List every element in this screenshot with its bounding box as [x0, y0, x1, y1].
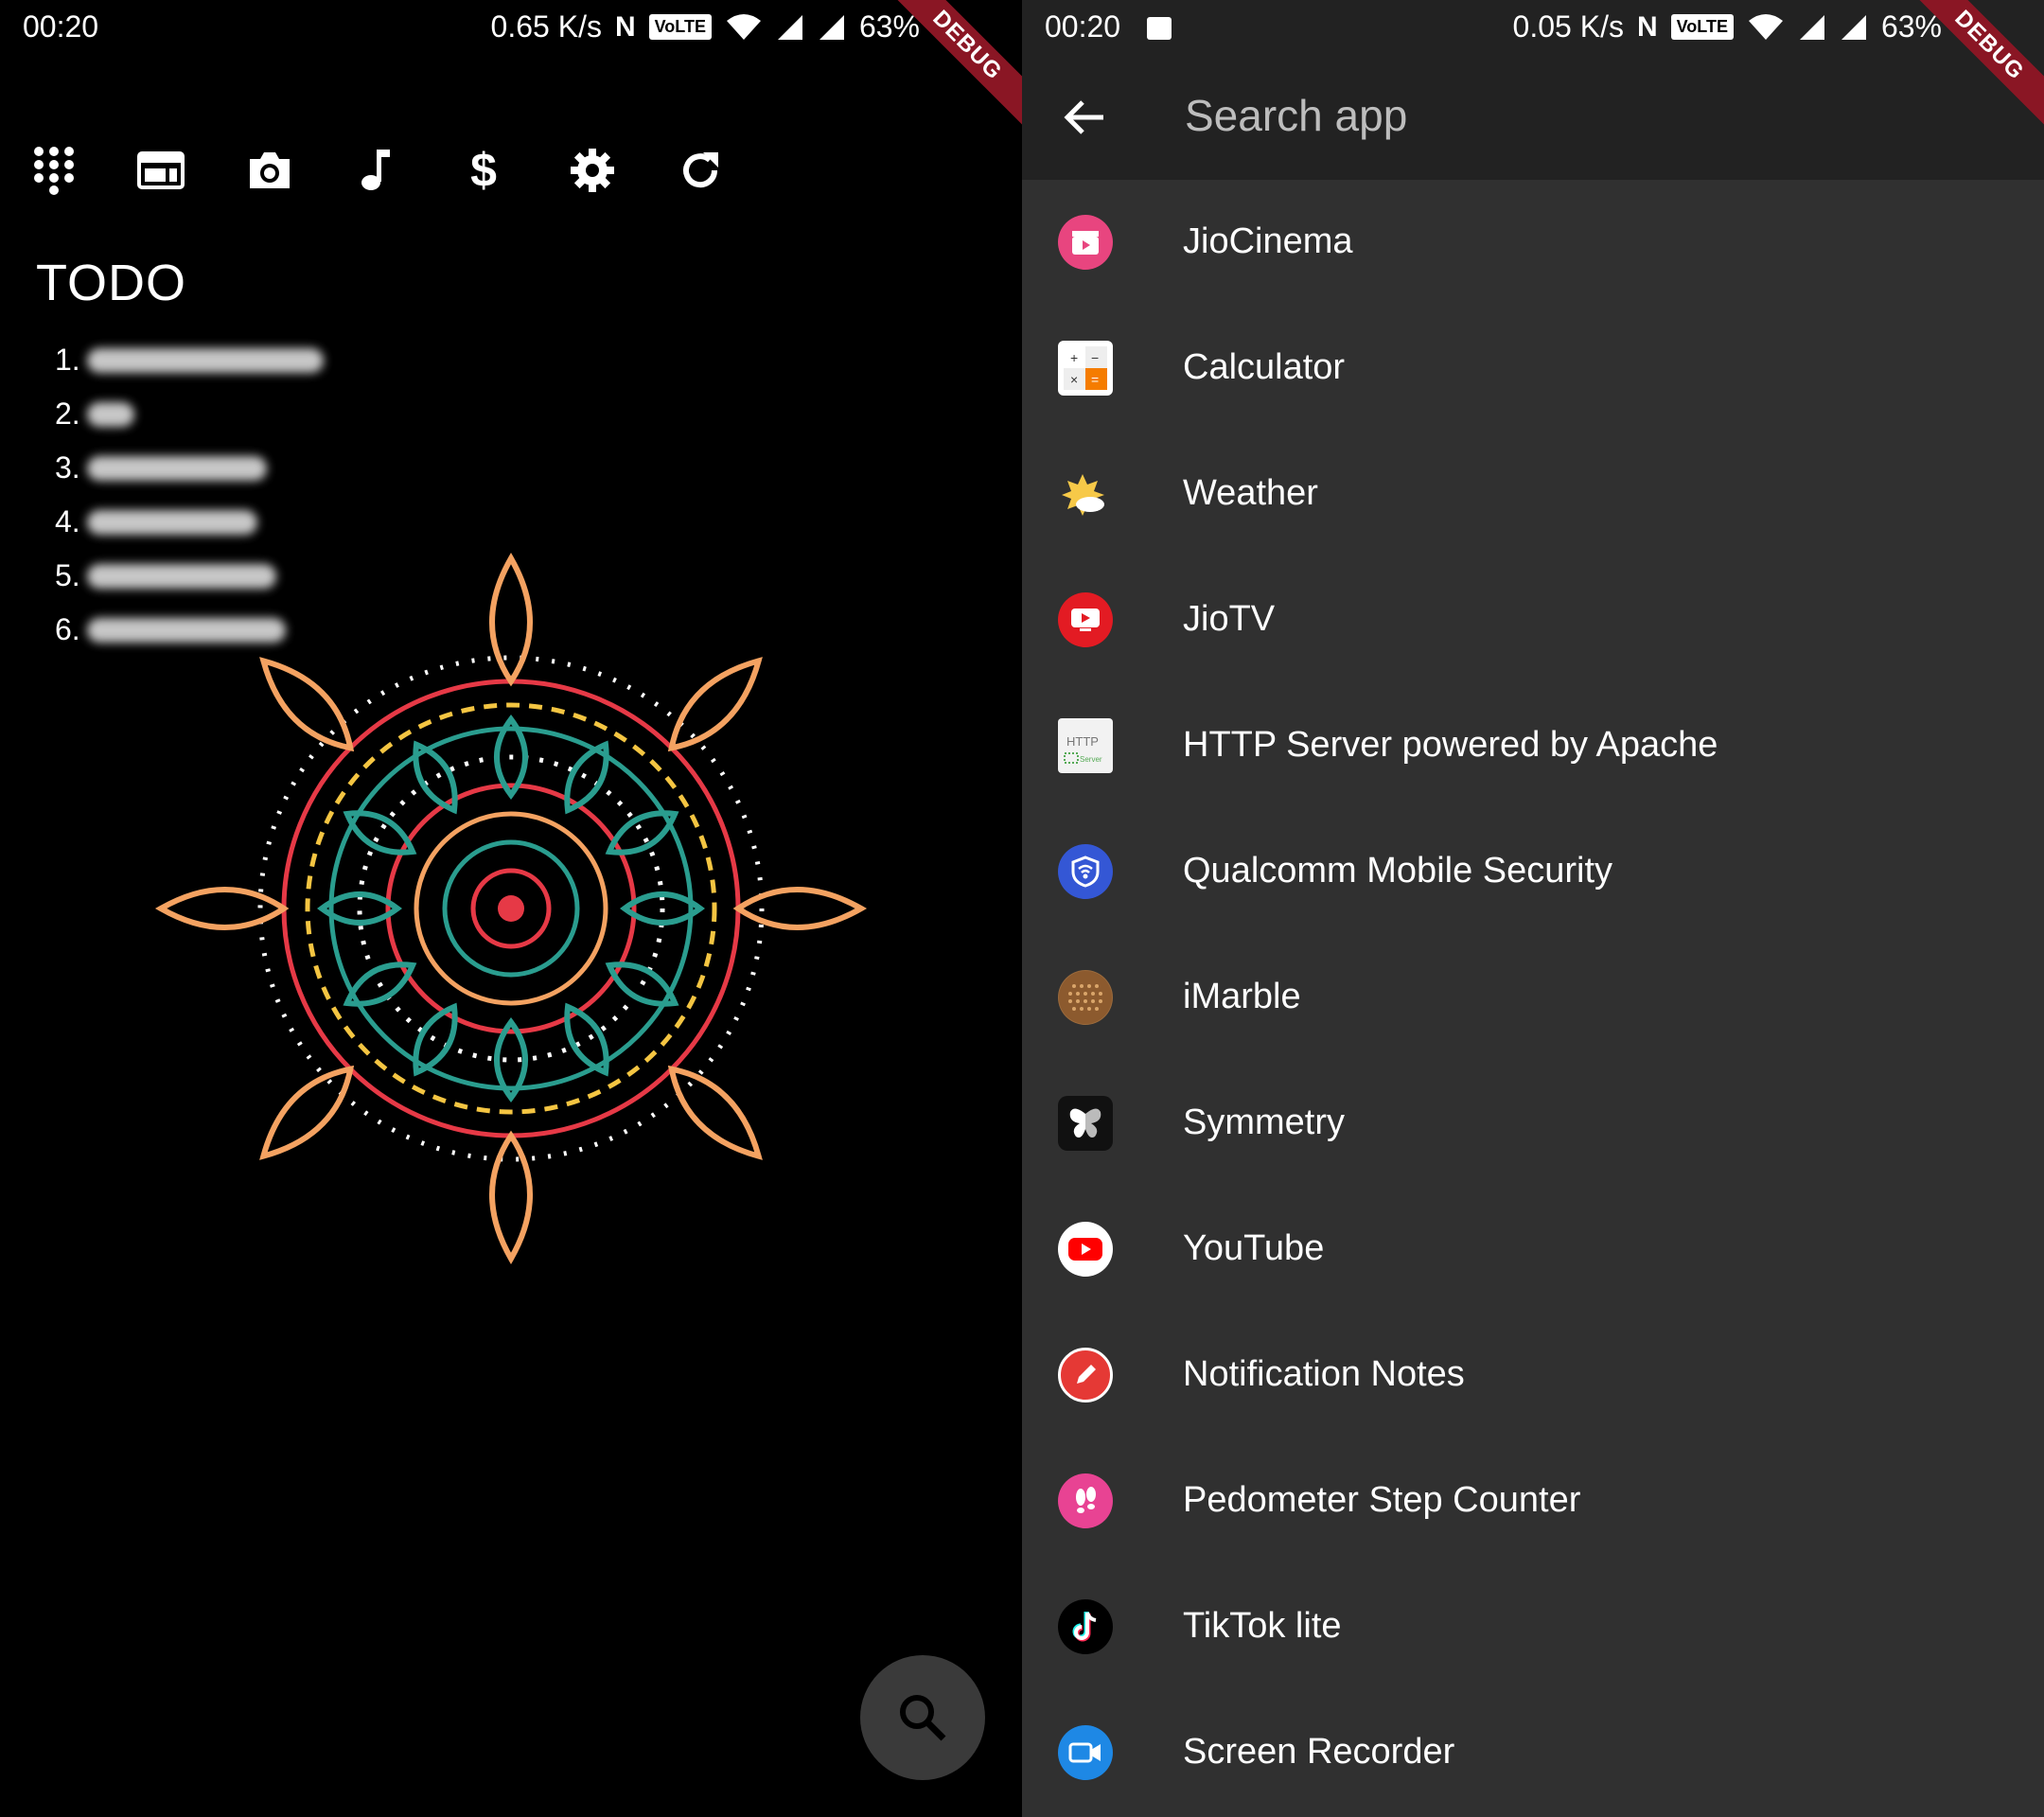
app-row-tiktok-lite[interactable]: TikTok lite: [1022, 1564, 2044, 1690]
back-button[interactable]: [1056, 89, 1113, 146]
app-row-screen-recorder[interactable]: Screen Recorder: [1022, 1690, 2044, 1816]
app-label: TikTok lite: [1183, 1606, 1342, 1646]
svg-text:HTTP: HTTP: [1066, 734, 1099, 749]
app-row-qualcomm-security[interactable]: Qualcomm Mobile Security: [1022, 809, 2044, 935]
jiotv-icon: [1058, 592, 1113, 647]
status-right: 0.05 K/s N VoLTE 63%: [1513, 9, 1987, 44]
shield-icon: [1058, 844, 1113, 899]
redacted-text: [87, 401, 134, 427]
app-label: Notification Notes: [1183, 1354, 1465, 1394]
todo-title: TODO: [36, 255, 187, 311]
app-label: Symmetry: [1183, 1103, 1345, 1142]
todo-item[interactable]: 2.: [55, 387, 324, 441]
redacted-text: [87, 455, 267, 481]
volte-icon: VoLTE: [1670, 14, 1734, 40]
battery-percent: 63%: [1880, 9, 1942, 44]
svg-text:×: ×: [1070, 372, 1078, 387]
video-camera-icon: [1058, 1725, 1113, 1780]
apps-grid-icon[interactable]: [16, 132, 92, 208]
imarble-icon: [1058, 970, 1113, 1025]
svg-text:+: +: [1070, 350, 1078, 365]
app-label: Screen Recorder: [1183, 1732, 1455, 1772]
app-label: Calculator: [1183, 347, 1346, 387]
right-screen: 00:20 0.05 K/s N VoLTE 63% DEBUG JioCine…: [1022, 0, 2044, 1817]
status-time: 00:20: [1045, 9, 1121, 44]
calculator-icon: + − × =: [1058, 341, 1113, 396]
volte-icon: VoLTE: [648, 14, 712, 40]
app-row-pedometer[interactable]: Pedometer Step Counter: [1022, 1438, 2044, 1564]
wifi-icon: [1748, 13, 1783, 40]
music-note-icon[interactable]: [339, 132, 414, 208]
app-label: Qualcomm Mobile Security: [1183, 851, 1613, 891]
app-row-symmetry[interactable]: Symmetry: [1022, 1061, 2044, 1187]
weather-icon: [1058, 467, 1113, 521]
network-speed: 0.05 K/s: [1512, 9, 1624, 44]
dollar-icon[interactable]: $: [446, 132, 521, 208]
launcher-toolbar: $: [0, 132, 776, 208]
app-label: JioTV: [1183, 599, 1276, 639]
search-input[interactable]: [1183, 81, 1963, 150]
left-screen: 00:20 0.65 K/s N VoLTE 63% DEBUG $ TODO …: [0, 0, 1022, 1817]
signal-icon: [1799, 14, 1824, 40]
image-notification-icon: [1147, 17, 1172, 40]
camera-icon[interactable]: [232, 132, 308, 208]
battery-percent: 63%: [858, 9, 920, 44]
jiocinema-icon: [1058, 215, 1113, 270]
svg-text:Server: Server: [1080, 755, 1102, 764]
app-label: YouTube: [1183, 1228, 1325, 1268]
search-fab[interactable]: [860, 1655, 985, 1780]
search-bar: [1022, 53, 2044, 180]
search-icon: [900, 1695, 946, 1741]
app-label: HTTP Server powered by Apache: [1183, 725, 1718, 765]
svg-text:=: =: [1091, 372, 1099, 387]
wifi-icon: [726, 13, 761, 40]
svg-text:−: −: [1091, 350, 1099, 365]
butterfly-icon: [1058, 1096, 1113, 1151]
http-server-icon: HTTP Server: [1058, 718, 1113, 773]
mandala-wallpaper: [142, 552, 880, 1278]
tiktok-icon: [1058, 1599, 1113, 1654]
app-row-imarble[interactable]: iMarble: [1022, 935, 2044, 1061]
todo-item[interactable]: 3.: [55, 441, 324, 495]
app-row-weather[interactable]: Weather: [1022, 432, 2044, 557]
nfc-icon: N: [614, 10, 636, 43]
app-row-notification-notes[interactable]: Notification Notes: [1022, 1313, 2044, 1438]
status-time: 00:20: [23, 9, 99, 44]
settings-gear-icon[interactable]: [555, 132, 630, 208]
app-row-http-server[interactable]: HTTP Server HTTP Server powered by Apache: [1022, 683, 2044, 809]
browser-window-icon[interactable]: [123, 132, 199, 208]
signal-icon-2: [819, 14, 844, 40]
status-bar: 00:20 0.65 K/s N VoLTE 63%: [0, 0, 1022, 55]
nfc-icon: N: [1636, 10, 1658, 43]
app-label: JioCinema: [1183, 221, 1353, 261]
todo-item[interactable]: 1.: [55, 333, 324, 387]
status-bar: 00:20 0.05 K/s N VoLTE 63%: [1022, 0, 2044, 55]
pencil-icon: [1058, 1348, 1113, 1402]
app-label: Weather: [1183, 473, 1318, 513]
app-label: Pedometer Step Counter: [1183, 1480, 1581, 1520]
app-list: JioCinema + − × = Calculator Weather JioTV …: [1022, 180, 2044, 1816]
app-label: iMarble: [1183, 977, 1301, 1016]
refresh-icon[interactable]: [662, 132, 738, 208]
arrow-back-icon: [1064, 100, 1103, 134]
app-row-calculator[interactable]: + − × = Calculator: [1022, 306, 2044, 432]
network-speed: 0.65 K/s: [490, 9, 602, 44]
footsteps-icon: [1058, 1473, 1113, 1528]
redacted-text: [87, 509, 257, 535]
app-row-jiocinema[interactable]: JioCinema: [1022, 180, 2044, 306]
redacted-text: [87, 347, 324, 373]
app-row-jiotv[interactable]: JioTV: [1022, 557, 2044, 683]
app-row-youtube[interactable]: YouTube: [1022, 1187, 2044, 1313]
signal-icon-2: [1841, 14, 1866, 40]
youtube-icon: [1058, 1222, 1113, 1277]
signal-icon: [777, 14, 802, 40]
status-right: 0.65 K/s N VoLTE 63%: [491, 9, 965, 44]
